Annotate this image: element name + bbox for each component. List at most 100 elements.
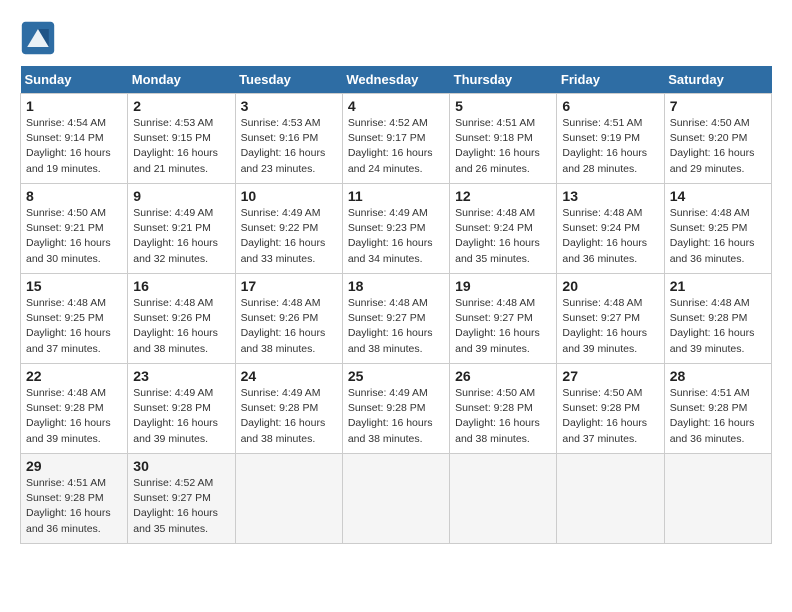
day-number: 9 <box>133 188 229 204</box>
day-number: 3 <box>241 98 337 114</box>
calendar-cell: 24 Sunrise: 4:49 AMSunset: 9:28 PMDayligh… <box>235 364 342 454</box>
calendar-cell: 7 Sunrise: 4:50 AMSunset: 9:20 PMDaylight… <box>664 94 771 184</box>
day-info: Sunrise: 4:48 AMSunset: 9:26 PMDaylight:… <box>241 296 337 357</box>
calendar-cell: 27 Sunrise: 4:50 AMSunset: 9:28 PMDayligh… <box>557 364 664 454</box>
calendar-cell: 28Sunrise: 4:51 AMSunset: 9:28 PMDayligh… <box>664 364 771 454</box>
calendar-cell: 21 Sunrise: 4:48 AMSunset: 9:28 PMDayligh… <box>664 274 771 364</box>
day-number: 30 <box>133 458 229 474</box>
day-info: Sunrise: 4:51 AMSunset: 9:28 PMDaylight:… <box>26 476 122 537</box>
calendar-cell: 1Sunrise: 4:54 AMSunset: 9:14 PMDaylight… <box>21 94 128 184</box>
day-info: Sunrise: 4:50 AMSunset: 9:20 PMDaylight:… <box>670 116 766 177</box>
day-info: Sunrise: 4:48 AMSunset: 9:28 PMDaylight:… <box>670 296 766 357</box>
day-number: 25 <box>348 368 444 384</box>
day-info: Sunrise: 4:53 AMSunset: 9:16 PMDaylight:… <box>241 116 337 177</box>
day-info: Sunrise: 4:48 AMSunset: 9:25 PMDaylight:… <box>670 206 766 267</box>
calendar-cell <box>235 454 342 544</box>
calendar-cell: 25 Sunrise: 4:49 AMSunset: 9:28 PMDayligh… <box>342 364 449 454</box>
day-info: Sunrise: 4:48 AMSunset: 9:25 PMDaylight:… <box>26 296 122 357</box>
day-info: Sunrise: 4:49 AMSunset: 9:28 PMDaylight:… <box>133 386 229 447</box>
calendar-cell: 16 Sunrise: 4:48 AMSunset: 9:26 PMDayligh… <box>128 274 235 364</box>
day-info: Sunrise: 4:49 AMSunset: 9:22 PMDaylight:… <box>241 206 337 267</box>
day-info: Sunrise: 4:51 AMSunset: 9:19 PMDaylight:… <box>562 116 658 177</box>
day-number: 27 <box>562 368 658 384</box>
calendar-cell: 18Sunrise: 4:48 AMSunset: 9:27 PMDayligh… <box>342 274 449 364</box>
day-info: Sunrise: 4:49 AMSunset: 9:28 PMDaylight:… <box>348 386 444 447</box>
calendar-row: 8Sunrise: 4:50 AMSunset: 9:21 PMDaylight… <box>21 184 772 274</box>
calendar-cell: 11 Sunrise: 4:49 AMSunset: 9:23 PMDayligh… <box>342 184 449 274</box>
calendar-row: 1Sunrise: 4:54 AMSunset: 9:14 PMDaylight… <box>21 94 772 184</box>
calendar-cell: 4Sunrise: 4:52 AMSunset: 9:17 PMDaylight… <box>342 94 449 184</box>
calendar-cell <box>342 454 449 544</box>
calendar-cell: 2 Sunrise: 4:53 AMSunset: 9:15 PMDaylight… <box>128 94 235 184</box>
day-number: 24 <box>241 368 337 384</box>
day-info: Sunrise: 4:50 AMSunset: 9:28 PMDaylight:… <box>562 386 658 447</box>
day-info: Sunrise: 4:49 AMSunset: 9:28 PMDaylight:… <box>241 386 337 447</box>
day-number: 1 <box>26 98 122 114</box>
calendar-cell: 15 Sunrise: 4:48 AMSunset: 9:25 PMDayligh… <box>21 274 128 364</box>
calendar-cell: 9 Sunrise: 4:49 AMSunset: 9:21 PMDaylight… <box>128 184 235 274</box>
day-number: 11 <box>348 188 444 204</box>
calendar-cell: 17 Sunrise: 4:48 AMSunset: 9:26 PMDayligh… <box>235 274 342 364</box>
calendar-cell: 3 Sunrise: 4:53 AMSunset: 9:16 PMDaylight… <box>235 94 342 184</box>
calendar-cell: 5Sunrise: 4:51 AMSunset: 9:18 PMDaylight… <box>450 94 557 184</box>
day-info: Sunrise: 4:48 AMSunset: 9:27 PMDaylight:… <box>562 296 658 357</box>
day-number: 7 <box>670 98 766 114</box>
calendar-row: 15 Sunrise: 4:48 AMSunset: 9:25 PMDayligh… <box>21 274 772 364</box>
day-number: 21 <box>670 278 766 294</box>
calendar-cell: 8Sunrise: 4:50 AMSunset: 9:21 PMDaylight… <box>21 184 128 274</box>
calendar-cell: 20 Sunrise: 4:48 AMSunset: 9:27 PMDayligh… <box>557 274 664 364</box>
day-info: Sunrise: 4:48 AMSunset: 9:27 PMDaylight:… <box>455 296 551 357</box>
calendar-cell: 13Sunrise: 4:48 AMSunset: 9:24 PMDayligh… <box>557 184 664 274</box>
calendar-cell: 19 Sunrise: 4:48 AMSunset: 9:27 PMDayligh… <box>450 274 557 364</box>
weekday-header-thursday: Thursday <box>450 66 557 94</box>
day-info: Sunrise: 4:49 AMSunset: 9:23 PMDaylight:… <box>348 206 444 267</box>
day-number: 20 <box>562 278 658 294</box>
page-header <box>20 20 772 56</box>
weekday-header-friday: Friday <box>557 66 664 94</box>
day-info: Sunrise: 4:53 AMSunset: 9:15 PMDaylight:… <box>133 116 229 177</box>
weekday-header-wednesday: Wednesday <box>342 66 449 94</box>
calendar-row: 22 Sunrise: 4:48 AMSunset: 9:28 PMDayligh… <box>21 364 772 454</box>
calendar-cell: 30 Sunrise: 4:52 AMSunset: 9:27 PMDayligh… <box>128 454 235 544</box>
calendar-cell: 26 Sunrise: 4:50 AMSunset: 9:28 PMDayligh… <box>450 364 557 454</box>
day-number: 15 <box>26 278 122 294</box>
calendar-table: SundayMondayTuesdayWednesdayThursdayFrid… <box>20 66 772 544</box>
day-number: 10 <box>241 188 337 204</box>
day-info: Sunrise: 4:50 AMSunset: 9:28 PMDaylight:… <box>455 386 551 447</box>
calendar-header: SundayMondayTuesdayWednesdayThursdayFrid… <box>21 66 772 94</box>
day-number: 22 <box>26 368 122 384</box>
day-number: 2 <box>133 98 229 114</box>
weekday-header-saturday: Saturday <box>664 66 771 94</box>
calendar-cell: 22 Sunrise: 4:48 AMSunset: 9:28 PMDayligh… <box>21 364 128 454</box>
day-info: Sunrise: 4:48 AMSunset: 9:27 PMDaylight:… <box>348 296 444 357</box>
day-number: 12 <box>455 188 551 204</box>
day-info: Sunrise: 4:48 AMSunset: 9:24 PMDaylight:… <box>455 206 551 267</box>
day-number: 16 <box>133 278 229 294</box>
calendar-cell: 12 Sunrise: 4:48 AMSunset: 9:24 PMDayligh… <box>450 184 557 274</box>
calendar-cell: 6 Sunrise: 4:51 AMSunset: 9:19 PMDaylight… <box>557 94 664 184</box>
day-number: 17 <box>241 278 337 294</box>
day-info: Sunrise: 4:49 AMSunset: 9:21 PMDaylight:… <box>133 206 229 267</box>
calendar-cell <box>450 454 557 544</box>
calendar-cell: 23 Sunrise: 4:49 AMSunset: 9:28 PMDayligh… <box>128 364 235 454</box>
day-number: 14 <box>670 188 766 204</box>
day-number: 29 <box>26 458 122 474</box>
weekday-header-tuesday: Tuesday <box>235 66 342 94</box>
calendar-cell: 10 Sunrise: 4:49 AMSunset: 9:22 PMDayligh… <box>235 184 342 274</box>
day-number: 5 <box>455 98 551 114</box>
calendar-cell <box>557 454 664 544</box>
day-info: Sunrise: 4:48 AMSunset: 9:24 PMDaylight:… <box>562 206 658 267</box>
calendar-cell <box>664 454 771 544</box>
day-number: 19 <box>455 278 551 294</box>
day-number: 6 <box>562 98 658 114</box>
day-info: Sunrise: 4:52 AMSunset: 9:27 PMDaylight:… <box>133 476 229 537</box>
day-number: 23 <box>133 368 229 384</box>
logo <box>20 20 62 56</box>
day-number: 26 <box>455 368 551 384</box>
day-info: Sunrise: 4:52 AMSunset: 9:17 PMDaylight:… <box>348 116 444 177</box>
weekday-header-sunday: Sunday <box>21 66 128 94</box>
day-number: 28 <box>670 368 766 384</box>
weekday-header-monday: Monday <box>128 66 235 94</box>
day-info: Sunrise: 4:48 AMSunset: 9:28 PMDaylight:… <box>26 386 122 447</box>
day-info: Sunrise: 4:48 AMSunset: 9:26 PMDaylight:… <box>133 296 229 357</box>
